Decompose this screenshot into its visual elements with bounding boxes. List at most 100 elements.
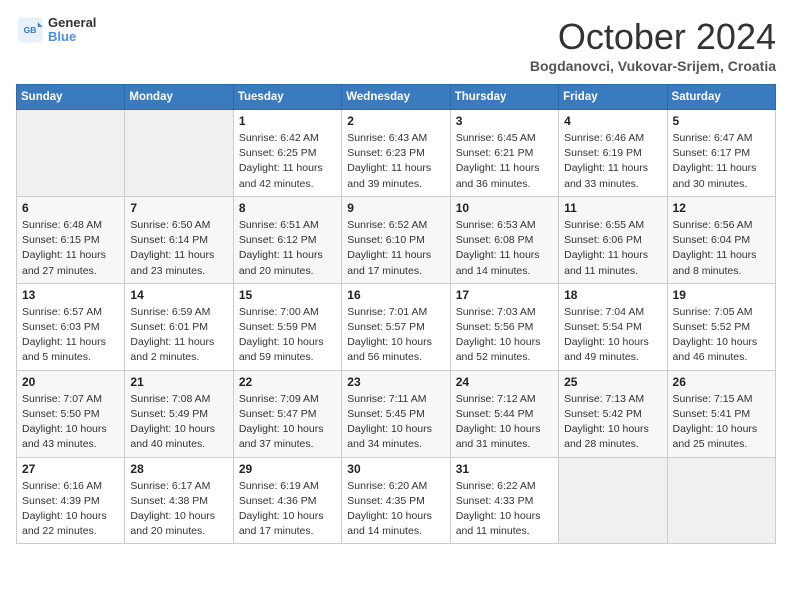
day-number: 25 (564, 375, 661, 389)
day-header-tuesday: Tuesday (233, 85, 341, 110)
day-number: 26 (673, 375, 770, 389)
day-detail: Sunrise: 6:43 AMSunset: 6:23 PMDaylight:… (347, 131, 444, 192)
calendar-cell: 8 Sunrise: 6:51 AMSunset: 6:12 PMDayligh… (233, 196, 341, 283)
calendar-body: 1 Sunrise: 6:42 AMSunset: 6:25 PMDayligh… (17, 110, 776, 544)
day-detail: Sunrise: 7:13 AMSunset: 5:42 PMDaylight:… (564, 392, 661, 453)
day-number: 7 (130, 201, 227, 215)
day-header-saturday: Saturday (667, 85, 775, 110)
calendar-cell: 21 Sunrise: 7:08 AMSunset: 5:49 PMDaylig… (125, 370, 233, 457)
day-detail: Sunrise: 7:08 AMSunset: 5:49 PMDaylight:… (130, 392, 227, 453)
day-detail: Sunrise: 6:22 AMSunset: 4:33 PMDaylight:… (456, 479, 553, 540)
page-header: GB General Blue October 2024 Bogdanovci,… (16, 16, 776, 74)
calendar-cell: 14 Sunrise: 6:59 AMSunset: 6:01 PMDaylig… (125, 283, 233, 370)
day-detail: Sunrise: 7:11 AMSunset: 5:45 PMDaylight:… (347, 392, 444, 453)
logo: GB General Blue (16, 16, 96, 45)
day-number: 13 (22, 288, 119, 302)
calendar-cell: 13 Sunrise: 6:57 AMSunset: 6:03 PMDaylig… (17, 283, 125, 370)
calendar-cell: 12 Sunrise: 6:56 AMSunset: 6:04 PMDaylig… (667, 196, 775, 283)
day-detail: Sunrise: 7:12 AMSunset: 5:44 PMDaylight:… (456, 392, 553, 453)
logo-icon: GB (16, 16, 44, 44)
calendar-cell: 18 Sunrise: 7:04 AMSunset: 5:54 PMDaylig… (559, 283, 667, 370)
day-detail: Sunrise: 7:15 AMSunset: 5:41 PMDaylight:… (673, 392, 770, 453)
calendar-week-4: 20 Sunrise: 7:07 AMSunset: 5:50 PMDaylig… (17, 370, 776, 457)
calendar-cell: 26 Sunrise: 7:15 AMSunset: 5:41 PMDaylig… (667, 370, 775, 457)
title-area: October 2024 Bogdanovci, Vukovar-Srijem,… (530, 16, 776, 74)
day-detail: Sunrise: 6:17 AMSunset: 4:38 PMDaylight:… (130, 479, 227, 540)
day-detail: Sunrise: 7:04 AMSunset: 5:54 PMDaylight:… (564, 305, 661, 366)
calendar-cell: 15 Sunrise: 7:00 AMSunset: 5:59 PMDaylig… (233, 283, 341, 370)
calendar-cell: 10 Sunrise: 6:53 AMSunset: 6:08 PMDaylig… (450, 196, 558, 283)
calendar-week-2: 6 Sunrise: 6:48 AMSunset: 6:15 PMDayligh… (17, 196, 776, 283)
day-detail: Sunrise: 6:42 AMSunset: 6:25 PMDaylight:… (239, 131, 336, 192)
day-detail: Sunrise: 6:20 AMSunset: 4:35 PMDaylight:… (347, 479, 444, 540)
calendar-cell: 6 Sunrise: 6:48 AMSunset: 6:15 PMDayligh… (17, 196, 125, 283)
day-number: 10 (456, 201, 553, 215)
calendar-week-5: 27 Sunrise: 6:16 AMSunset: 4:39 PMDaylig… (17, 457, 776, 544)
day-detail: Sunrise: 6:50 AMSunset: 6:14 PMDaylight:… (130, 218, 227, 279)
day-number: 28 (130, 462, 227, 476)
day-detail: Sunrise: 7:00 AMSunset: 5:59 PMDaylight:… (239, 305, 336, 366)
calendar-cell: 29 Sunrise: 6:19 AMSunset: 4:36 PMDaylig… (233, 457, 341, 544)
day-number: 18 (564, 288, 661, 302)
day-number: 2 (347, 114, 444, 128)
calendar-cell: 25 Sunrise: 7:13 AMSunset: 5:42 PMDaylig… (559, 370, 667, 457)
day-detail: Sunrise: 6:55 AMSunset: 6:06 PMDaylight:… (564, 218, 661, 279)
day-number: 19 (673, 288, 770, 302)
day-header-thursday: Thursday (450, 85, 558, 110)
calendar-cell: 28 Sunrise: 6:17 AMSunset: 4:38 PMDaylig… (125, 457, 233, 544)
day-detail: Sunrise: 6:52 AMSunset: 6:10 PMDaylight:… (347, 218, 444, 279)
logo-general: General (48, 16, 96, 30)
logo-blue: Blue (48, 30, 96, 44)
day-number: 6 (22, 201, 119, 215)
calendar-table: SundayMondayTuesdayWednesdayThursdayFrid… (16, 84, 776, 544)
day-number: 1 (239, 114, 336, 128)
calendar-cell: 17 Sunrise: 7:03 AMSunset: 5:56 PMDaylig… (450, 283, 558, 370)
day-number: 24 (456, 375, 553, 389)
day-detail: Sunrise: 6:56 AMSunset: 6:04 PMDaylight:… (673, 218, 770, 279)
calendar-cell (17, 110, 125, 197)
calendar-week-3: 13 Sunrise: 6:57 AMSunset: 6:03 PMDaylig… (17, 283, 776, 370)
calendar-cell: 5 Sunrise: 6:47 AMSunset: 6:17 PMDayligh… (667, 110, 775, 197)
calendar-cell: 30 Sunrise: 6:20 AMSunset: 4:35 PMDaylig… (342, 457, 450, 544)
svg-text:GB: GB (24, 25, 37, 35)
day-number: 12 (673, 201, 770, 215)
day-number: 15 (239, 288, 336, 302)
day-number: 11 (564, 201, 661, 215)
month-title: October 2024 (530, 16, 776, 58)
calendar-cell: 20 Sunrise: 7:07 AMSunset: 5:50 PMDaylig… (17, 370, 125, 457)
day-number: 3 (456, 114, 553, 128)
day-number: 9 (347, 201, 444, 215)
day-header-friday: Friday (559, 85, 667, 110)
calendar-cell: 22 Sunrise: 7:09 AMSunset: 5:47 PMDaylig… (233, 370, 341, 457)
day-number: 29 (239, 462, 336, 476)
day-detail: Sunrise: 7:03 AMSunset: 5:56 PMDaylight:… (456, 305, 553, 366)
day-number: 21 (130, 375, 227, 389)
day-detail: Sunrise: 6:45 AMSunset: 6:21 PMDaylight:… (456, 131, 553, 192)
day-number: 17 (456, 288, 553, 302)
day-number: 4 (564, 114, 661, 128)
calendar-cell (125, 110, 233, 197)
day-detail: Sunrise: 7:07 AMSunset: 5:50 PMDaylight:… (22, 392, 119, 453)
logo-text: General Blue (48, 16, 96, 45)
calendar-cell: 4 Sunrise: 6:46 AMSunset: 6:19 PMDayligh… (559, 110, 667, 197)
calendar-week-1: 1 Sunrise: 6:42 AMSunset: 6:25 PMDayligh… (17, 110, 776, 197)
day-detail: Sunrise: 6:16 AMSunset: 4:39 PMDaylight:… (22, 479, 119, 540)
day-number: 27 (22, 462, 119, 476)
day-detail: Sunrise: 6:46 AMSunset: 6:19 PMDaylight:… (564, 131, 661, 192)
day-number: 31 (456, 462, 553, 476)
day-detail: Sunrise: 6:51 AMSunset: 6:12 PMDaylight:… (239, 218, 336, 279)
day-number: 20 (22, 375, 119, 389)
calendar-cell: 31 Sunrise: 6:22 AMSunset: 4:33 PMDaylig… (450, 457, 558, 544)
day-header-sunday: Sunday (17, 85, 125, 110)
calendar-cell: 23 Sunrise: 7:11 AMSunset: 5:45 PMDaylig… (342, 370, 450, 457)
calendar-cell: 1 Sunrise: 6:42 AMSunset: 6:25 PMDayligh… (233, 110, 341, 197)
location: Bogdanovci, Vukovar-Srijem, Croatia (530, 58, 776, 74)
day-detail: Sunrise: 7:09 AMSunset: 5:47 PMDaylight:… (239, 392, 336, 453)
day-detail: Sunrise: 6:47 AMSunset: 6:17 PMDaylight:… (673, 131, 770, 192)
calendar-cell: 2 Sunrise: 6:43 AMSunset: 6:23 PMDayligh… (342, 110, 450, 197)
day-number: 14 (130, 288, 227, 302)
calendar-cell (559, 457, 667, 544)
day-number: 23 (347, 375, 444, 389)
day-number: 22 (239, 375, 336, 389)
calendar-cell: 19 Sunrise: 7:05 AMSunset: 5:52 PMDaylig… (667, 283, 775, 370)
